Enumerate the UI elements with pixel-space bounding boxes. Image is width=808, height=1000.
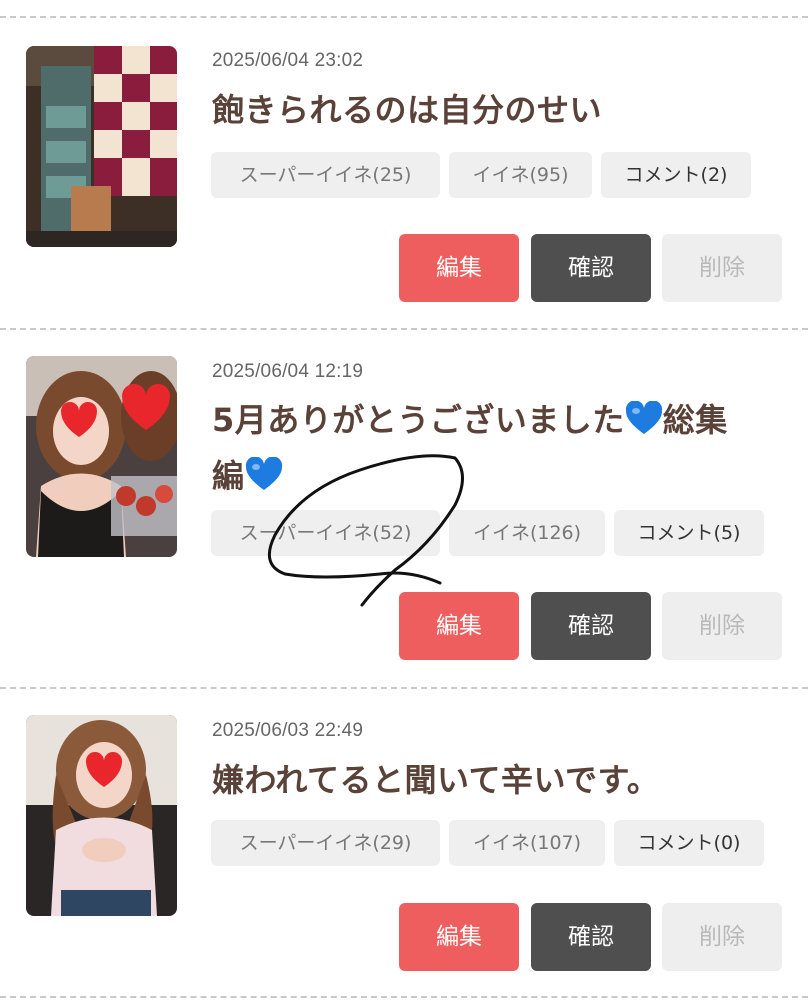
comment-badge: コメント(0): [614, 820, 764, 866]
post-date: 2025/06/04 12:19: [212, 361, 364, 382]
confirm-button[interactable]: 確認: [531, 903, 651, 971]
post-title-text: 編: [212, 457, 245, 495]
edit-button[interactable]: 編集: [399, 903, 519, 971]
delete-button[interactable]: 削除: [662, 234, 782, 302]
post-title[interactable]: 嫌われてると聞いて辛いです。: [212, 754, 782, 806]
heart-blue-icon: [245, 454, 283, 506]
super-iine-badge: スーパーイイネ(29): [211, 820, 440, 866]
divider: [0, 16, 808, 18]
edit-button[interactable]: 編集: [399, 234, 519, 302]
comment-badge: コメント(2): [601, 152, 751, 198]
post-thumbnail[interactable]: [26, 356, 177, 557]
delete-button[interactable]: 削除: [662, 592, 782, 660]
post-thumbnail[interactable]: [26, 715, 177, 916]
comment-badge: コメント(5): [614, 510, 764, 556]
iine-badge: イイネ(95): [449, 152, 592, 198]
super-iine-badge: スーパーイイネ(52): [211, 510, 440, 556]
post-date: 2025/06/03 22:49: [212, 720, 364, 741]
divider: [0, 687, 808, 689]
post-title-text: 総集: [662, 401, 728, 439]
post-date: 2025/06/04 23:02: [212, 50, 364, 71]
divider: [0, 996, 808, 998]
confirm-button[interactable]: 確認: [531, 234, 651, 302]
iine-badge: イイネ(126): [449, 510, 605, 556]
confirm-button[interactable]: 確認: [531, 592, 651, 660]
edit-button[interactable]: 編集: [399, 592, 519, 660]
divider: [0, 328, 808, 330]
super-iine-badge: スーパーイイネ(25): [211, 152, 440, 198]
heart-blue-icon: [625, 398, 663, 450]
delete-button[interactable]: 削除: [662, 903, 782, 971]
post-title-text: 5月ありがとうございました: [212, 401, 625, 439]
post-title[interactable]: 飽きられるのは自分のせい: [212, 84, 782, 136]
post-thumbnail[interactable]: [26, 46, 177, 247]
post-title[interactable]: 5月ありがとうございました 総集編: [212, 394, 782, 506]
iine-badge: イイネ(107): [449, 820, 605, 866]
